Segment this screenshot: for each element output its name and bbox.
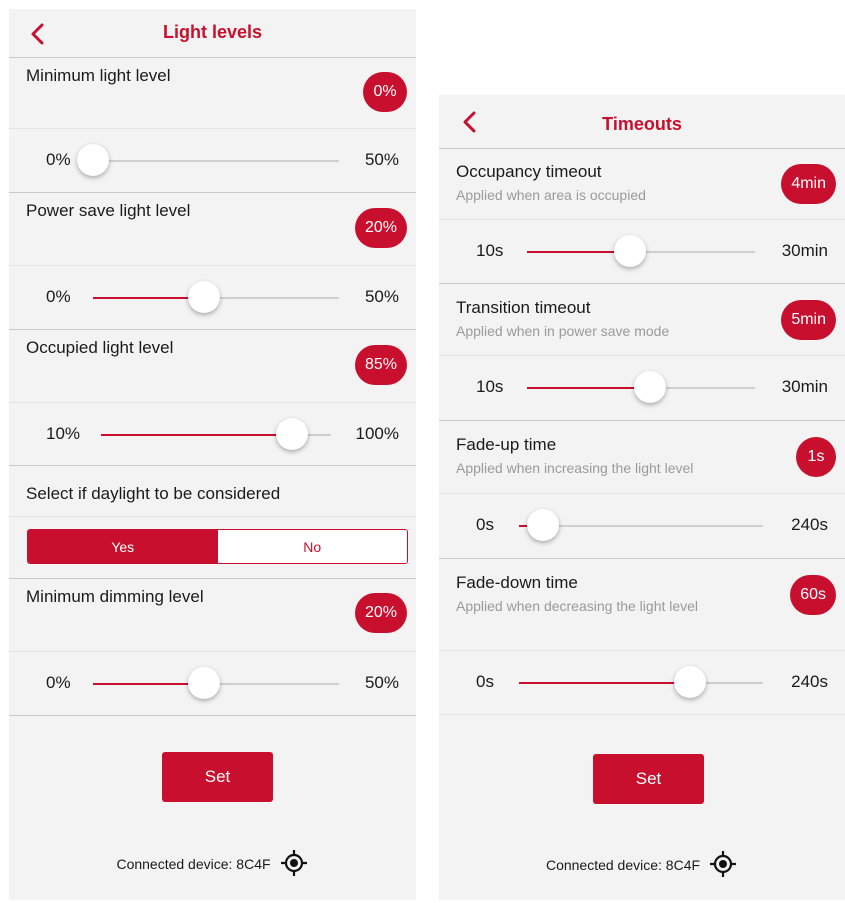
slider-thumb[interactable] — [527, 509, 560, 541]
power-save-light-level-row: Power save light level 20% — [9, 192, 416, 265]
slider-max-label: 100% — [355, 424, 399, 443]
divider — [9, 715, 416, 716]
fade-down-time-row: Fade-down time Applied when decreasing t… — [439, 558, 845, 650]
header: Light levels — [9, 9, 416, 57]
setting-description: Applied when area is occupied — [456, 187, 646, 203]
fade-up-slider-row: 0s 240s — [439, 493, 845, 557]
no-option[interactable]: No — [217, 530, 407, 563]
slider-track[interactable] — [527, 371, 755, 403]
slider-min-label: 0% — [46, 150, 71, 169]
slider-min-label: 10s — [476, 377, 504, 396]
setting-label: Minimum light level — [26, 66, 171, 85]
transition-slider-row: 10s 30min — [439, 355, 845, 419]
slider-thumb[interactable] — [187, 667, 220, 699]
setting-description: Applied when in power save mode — [456, 323, 670, 339]
light-levels-screen: Light levels Minimum light level 0% 0% 5… — [9, 9, 416, 900]
daylight-section: Select if daylight to be considered Yes … — [9, 465, 416, 578]
setting-description: Applied when increasing the light level — [456, 460, 694, 476]
connected-device-label: Connected device: 8C4F — [545, 857, 701, 873]
set-button[interactable]: Set — [593, 754, 704, 804]
power-save-slider-row: 0% 50% — [9, 265, 416, 329]
slider-thumb[interactable] — [187, 281, 220, 313]
slider-track[interactable] — [93, 667, 339, 699]
minimum-light-level-slider-row: 0% 50% — [9, 128, 416, 192]
page-title: Light levels — [162, 22, 263, 42]
slider-thumb[interactable] — [634, 371, 667, 403]
minimum-dimming-level-row: Minimum dimming level 20% — [9, 578, 416, 651]
locate-icon[interactable] — [708, 849, 738, 882]
occupied-light-level-row: Occupied light level 85% — [9, 329, 416, 402]
setting-label: Transition timeout — [456, 298, 591, 317]
occupied-slider-row: 10% 100% — [9, 402, 416, 466]
slider-track[interactable] — [519, 509, 763, 541]
value-badge: 5min — [781, 300, 836, 340]
slider-max-label: 240s — [791, 515, 828, 534]
divider — [9, 516, 416, 517]
slider-fill — [519, 682, 690, 684]
occupancy-slider-row: 10s 30min — [439, 219, 845, 283]
setting-description: Applied when decreasing the light level — [456, 598, 699, 614]
value-badge: 1s — [796, 437, 836, 477]
fade-up-time-row: Fade-up time Applied when increasing the… — [439, 420, 845, 493]
set-button[interactable]: Set — [162, 752, 273, 802]
slider-min-label: 0s — [476, 672, 494, 691]
value-badge: 60s — [790, 575, 836, 615]
divider — [439, 714, 845, 715]
setting-label: Occupied light level — [26, 338, 174, 357]
timeouts-screen: Timeouts Occupancy timeout Applied when … — [439, 95, 845, 900]
fade-down-slider-row: 0s 240s — [439, 650, 845, 714]
value-badge: 4min — [781, 164, 836, 204]
setting-label: Power save light level — [26, 201, 191, 220]
occupancy-timeout-row: Occupancy timeout Applied when area is o… — [439, 148, 845, 219]
slider-fill — [527, 387, 651, 389]
slider-thumb[interactable] — [673, 666, 706, 698]
slider-min-label: 0s — [476, 515, 494, 534]
locate-icon[interactable] — [279, 848, 309, 881]
slider-thumb[interactable] — [275, 418, 308, 450]
value-badge: 20% — [354, 208, 407, 248]
slider-min-label: 10% — [46, 424, 81, 443]
connected-device-footer: Connected device: 8C4F — [9, 849, 416, 879]
slider-max-label: 30min — [781, 241, 828, 260]
page-title: Timeouts — [602, 114, 682, 134]
slider-max-label: 50% — [364, 673, 399, 692]
setting-label: Fade-up time — [456, 435, 557, 454]
connected-device-label: Connected device: 8C4F — [116, 856, 271, 872]
slider-track[interactable] — [77, 144, 339, 176]
header: Timeouts — [439, 95, 845, 148]
slider-track[interactable] — [527, 235, 755, 267]
slider-thumb[interactable] — [613, 235, 646, 267]
slider-track[interactable] — [93, 281, 339, 313]
slider-min-label: 0% — [46, 287, 71, 306]
value-badge: 20% — [354, 593, 407, 633]
slider-max-label: 50% — [364, 287, 399, 306]
daylight-label: Select if daylight to be considered — [26, 484, 281, 503]
slider-min-label: 10s — [476, 241, 504, 260]
slider-track[interactable] — [519, 666, 763, 698]
setting-label: Minimum dimming level — [26, 587, 204, 606]
dimming-slider-row: 0% 50% — [9, 651, 416, 715]
yes-option[interactable]: Yes — [28, 530, 218, 563]
connected-device-footer: Connected device: 8C4F — [439, 850, 845, 880]
slider-fill — [101, 434, 292, 436]
setting-label: Fade-down time — [456, 573, 578, 592]
slider-max-label: 30min — [781, 377, 828, 396]
transition-timeout-row: Transition timeout Applied when in power… — [439, 283, 845, 355]
value-badge: 85% — [354, 345, 407, 385]
slider-max-label: 240s — [791, 672, 828, 691]
daylight-toggle: Yes No — [27, 529, 408, 564]
setting-label: Occupancy timeout — [456, 162, 602, 181]
minimum-light-level-row: Minimum light level 0% — [9, 57, 416, 128]
slider-min-label: 0% — [46, 673, 71, 692]
value-badge: 0% — [363, 72, 407, 112]
slider-track[interactable] — [101, 418, 331, 450]
slider-thumb[interactable] — [77, 144, 109, 176]
slider-max-label: 50% — [364, 150, 399, 169]
